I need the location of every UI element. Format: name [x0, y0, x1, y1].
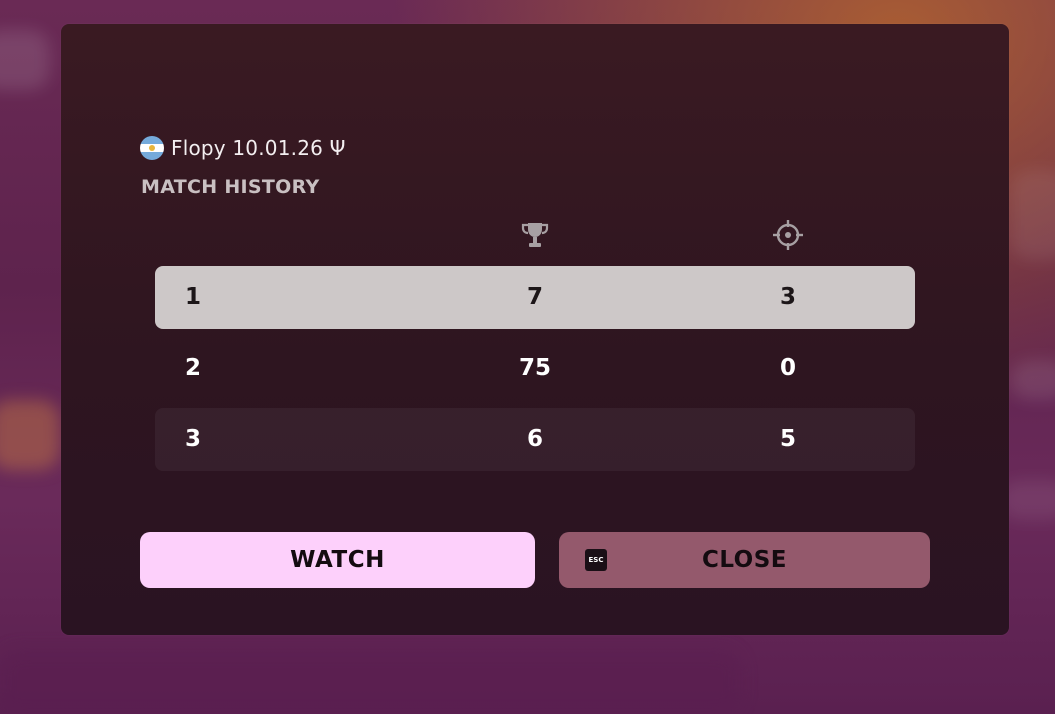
- match-rank: 3: [185, 426, 202, 452]
- match-eliminations: 5: [779, 426, 796, 452]
- esc-key-icon: ESC: [585, 549, 607, 571]
- close-button[interactable]: ESC CLOSE: [559, 532, 930, 588]
- match-eliminations: 3: [779, 284, 796, 310]
- section-title: MATCH HISTORY: [141, 176, 320, 198]
- table-row[interactable]: 1 7 3: [155, 266, 915, 329]
- match-placement: 6: [526, 426, 543, 452]
- crosshair-icon: [772, 219, 804, 251]
- table-row[interactable]: 2 75 0: [155, 337, 915, 400]
- watch-button-label: WATCH: [290, 547, 385, 573]
- table-row[interactable]: 3 6 5: [155, 408, 915, 471]
- match-placement: 75: [518, 355, 551, 381]
- close-button-label: CLOSE: [701, 547, 788, 573]
- match-placement: 7: [526, 284, 543, 310]
- match-rank: 2: [185, 355, 202, 381]
- player-name: Flopy 10.01.26 Ψ: [171, 136, 346, 160]
- trophy-icon: [519, 219, 551, 251]
- match-eliminations: 0: [779, 355, 796, 381]
- argentina-flag-icon: [140, 136, 164, 160]
- watch-button[interactable]: WATCH: [140, 532, 535, 588]
- match-rank: 1: [185, 284, 202, 310]
- player-header: Flopy 10.01.26 Ψ: [140, 134, 346, 162]
